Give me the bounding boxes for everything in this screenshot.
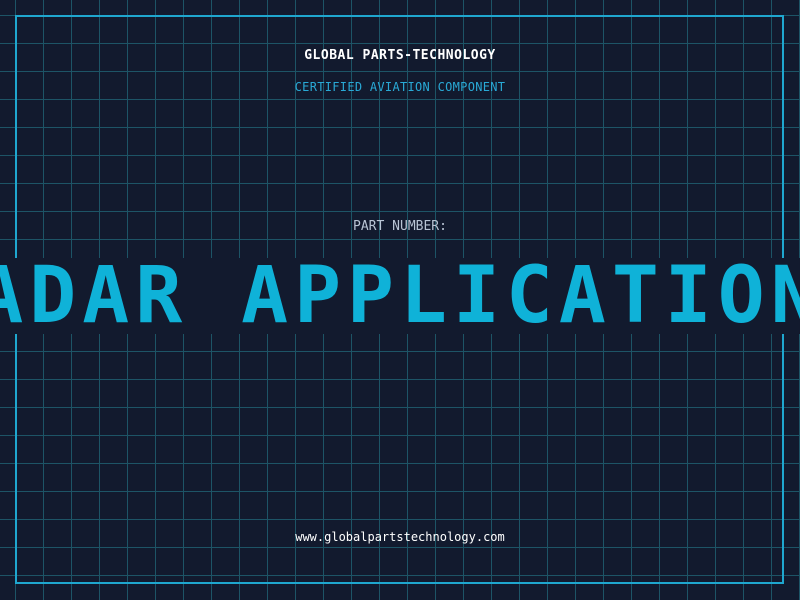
part-number-label: PART NUMBER:: [353, 219, 447, 234]
website-url: www.globalpartstechnology.com: [295, 530, 505, 544]
part-number-value: RADAR APPLICATIONS: [0, 258, 800, 334]
part-number-band: RADAR APPLICATIONS: [0, 258, 800, 334]
label-card: GLOBAL PARTS-TECHNOLOGY CERTIFIED AVIATI…: [0, 0, 800, 600]
company-name: GLOBAL PARTS-TECHNOLOGY: [304, 48, 496, 63]
certification-subtitle: CERTIFIED AVIATION COMPONENT: [294, 80, 506, 94]
